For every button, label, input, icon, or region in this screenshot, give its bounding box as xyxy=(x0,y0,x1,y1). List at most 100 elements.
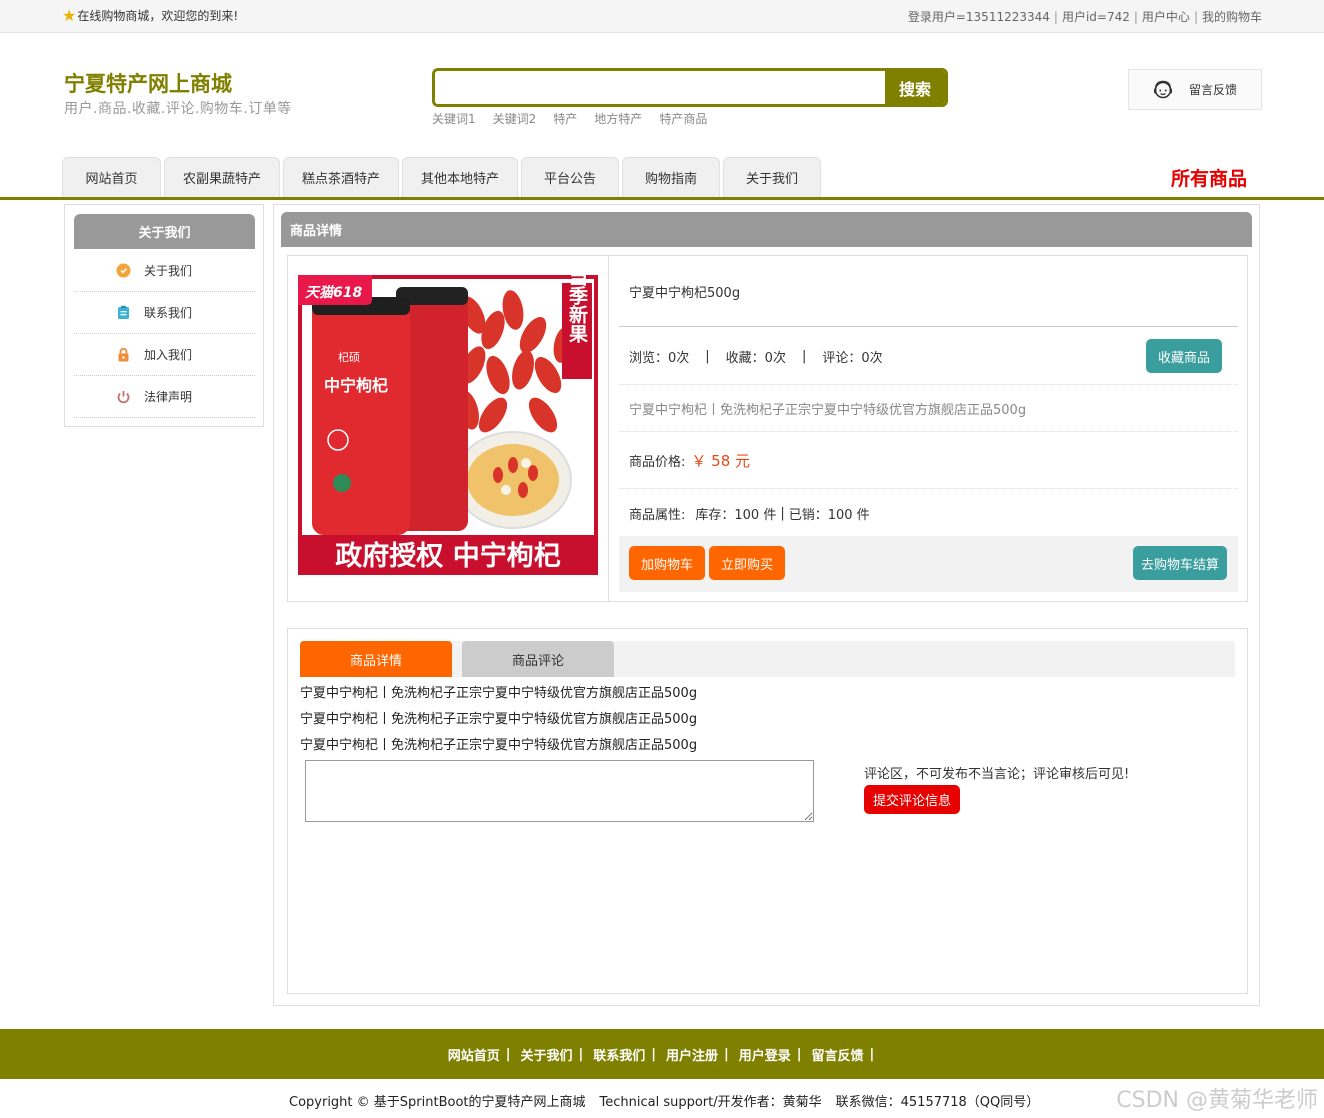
jar-label-text: 中宁枸杞 xyxy=(324,376,388,395)
sidebar-item-join[interactable]: 加入我们 xyxy=(74,334,255,376)
sidebar-item-label: 加入我们 xyxy=(144,348,193,362)
tab-product-comments[interactable]: 商品评论 xyxy=(462,641,614,677)
product-price-row: 商品价格: ￥ 58 元 xyxy=(619,433,1238,489)
attr-label: 商品属性: xyxy=(629,507,686,523)
footer-link-home[interactable]: 网站首页 xyxy=(448,1045,500,1064)
promo-badge: 天猫618 xyxy=(305,284,362,301)
sidebar: 关于我们 关于我们 联系我们 加入我们 法律声明 xyxy=(64,204,264,427)
sidebar-item-legal[interactable]: 法律声明 xyxy=(74,376,255,418)
footer-link-register[interactable]: 用户注册 xyxy=(666,1045,718,1064)
sidebar-title: 关于我们 xyxy=(74,214,255,249)
user-id-link[interactable]: 用户id=742 xyxy=(1062,10,1130,24)
main-panel: 商品详情 杞硕 中宁枸杞 天猫618 当季新果 政府授权 中宁枸杞 宁夏中宁枸杞… xyxy=(273,204,1260,1006)
feedback-button[interactable]: 留言反馈 xyxy=(1128,69,1262,110)
nav-tab-shopping-guide[interactable]: 购物指南 xyxy=(622,157,720,197)
divider xyxy=(608,256,609,601)
welcome-message: ★ 在线购物商城，欢迎您的到来! xyxy=(62,7,238,24)
separator: | xyxy=(796,1046,802,1062)
product-subtitle: 宁夏中宁枸杞丨免洗枸杞子正宗宁夏中宁特级优官方旗舰店正品500g xyxy=(619,386,1238,432)
feedback-label: 留言反馈 xyxy=(1189,83,1238,97)
tab-product-detail[interactable]: 商品详情 xyxy=(300,641,452,677)
hot-keyword-link[interactable]: 特产商品 xyxy=(659,112,707,126)
separator: | xyxy=(651,1046,656,1062)
favorite-button[interactable]: 收藏商品 xyxy=(1146,339,1222,373)
main-nav: 网站首页 农副果蔬特产 糕点茶酒特产 其他本地特产 平台公告 购物指南 关于我们… xyxy=(0,157,1324,200)
user-links: 登录用户=13511223344 | 用户id=742 | 用户中心 | 我的购物车 xyxy=(908,8,1262,25)
all-goods-link[interactable]: 所有商品 xyxy=(1171,164,1247,191)
hot-keyword-link[interactable]: 特产 xyxy=(553,112,577,126)
watermark: CSDN @黄菊华老师 xyxy=(1116,1088,1318,1113)
separator: | xyxy=(705,348,710,364)
submit-comment-button[interactable]: 提交评论信息 xyxy=(864,785,960,814)
separator: | xyxy=(801,348,807,364)
checkout-button[interactable]: 去购物车结算 xyxy=(1133,546,1227,580)
info-circle-icon xyxy=(116,263,131,278)
views-count: 浏览：0次 xyxy=(629,350,690,366)
user-center-link[interactable]: 用户中心 xyxy=(1142,10,1190,24)
search-input[interactable] xyxy=(435,71,887,104)
nav-tab-produce[interactable]: 农副果蔬特产 xyxy=(164,157,280,197)
panel-title: 商品详情 xyxy=(281,212,1252,247)
detail-line: 宁夏中宁枸杞丨免洗枸杞子正宗宁夏中宁特级优官方旗舰店正品500g xyxy=(300,686,698,701)
footer-link-feedback[interactable]: 留言反馈 xyxy=(812,1045,864,1064)
footer-link-about[interactable]: 关于我们 xyxy=(520,1045,572,1064)
star-icon: ★ xyxy=(62,5,77,25)
nav-tab-about[interactable]: 关于我们 xyxy=(723,157,821,197)
hot-keywords: 关键词1 关键词2 特产 地方特产 特产商品 xyxy=(432,110,724,127)
hot-keyword-link[interactable]: 地方特产 xyxy=(594,112,642,126)
login-user-link[interactable]: 登录用户=13511223344 xyxy=(908,10,1050,24)
stock-count: 库存：100 件 xyxy=(695,507,777,523)
clipboard-icon xyxy=(116,305,131,320)
sidebar-item-about[interactable]: 关于我们 xyxy=(74,250,255,292)
nav-tab-home[interactable]: 网站首页 xyxy=(62,157,161,197)
top-bar: ★ 在线购物商城，欢迎您的到来! 登录用户=13511223344 | 用户id=7… xyxy=(0,0,1324,33)
copyright: Copyright © 基于SprintBoot的宁夏特产网上商城 Technic… xyxy=(289,1091,1053,1110)
detail-section: 商品详情 商品评论 宁夏中宁枸杞丨免洗枸杞子正宗宁夏中宁特级优官方旗舰店正品50… xyxy=(287,628,1248,994)
nav-tab-announcements[interactable]: 平台公告 xyxy=(521,157,619,197)
separator: | xyxy=(780,505,785,521)
side-label: 当季新果 xyxy=(566,275,589,344)
footer-link-contact[interactable]: 联系我们 xyxy=(593,1045,645,1064)
sidebar-item-label: 法律声明 xyxy=(144,390,193,404)
support-text: Technical support/开发作者：黄菊华 xyxy=(599,1095,822,1110)
nav-tab-pastry[interactable]: 糕点茶酒特产 xyxy=(283,157,399,197)
image-banner: 政府授权 中宁枸杞 xyxy=(335,540,560,572)
add-to-cart-button[interactable]: 加购物车 xyxy=(629,546,705,580)
nav-tab-other-local[interactable]: 其他本地特产 xyxy=(402,157,518,197)
sidebar-item-label: 联系我们 xyxy=(144,306,193,320)
my-cart-link[interactable]: 我的购物车 xyxy=(1202,10,1262,24)
search-button[interactable]: 搜索 xyxy=(885,71,945,104)
separator: | xyxy=(1053,10,1058,24)
product-summary: 杞硕 中宁枸杞 天猫618 当季新果 政府授权 中宁枸杞 宁夏中宁枸杞500g … xyxy=(287,255,1248,602)
sold-count: 已销：100 件 xyxy=(788,507,870,523)
contact-text: 联系微信：45157718（QQ同号） xyxy=(835,1095,1040,1110)
favorites-count: 收藏：0次 xyxy=(725,350,786,366)
product-image[interactable]: 杞硕 中宁枸杞 天猫618 当季新果 政府授权 中宁枸杞 xyxy=(298,275,598,575)
separator: | xyxy=(1193,10,1198,24)
jar-brand-text: 杞硕 xyxy=(338,350,360,364)
separator: | xyxy=(869,1046,875,1062)
site-title[interactable]: 宁夏特产网上商城 xyxy=(64,68,232,98)
buy-now-button[interactable]: 立即购买 xyxy=(709,546,785,580)
hot-keyword-link[interactable]: 关键词1 xyxy=(432,112,476,126)
search-bar: 搜索 xyxy=(432,68,948,107)
footer-link-login[interactable]: 用户登录 xyxy=(739,1045,791,1064)
price-label: 商品价格: xyxy=(629,455,686,470)
price-value: ￥ 58 元 xyxy=(691,452,751,470)
hot-keyword-link[interactable]: 关键词2 xyxy=(493,112,537,126)
separator: | xyxy=(1133,10,1138,24)
comment-input[interactable] xyxy=(305,760,814,822)
power-icon xyxy=(116,389,131,404)
comments-count: 评论：0次 xyxy=(822,350,883,366)
product-name: 宁夏中宁枸杞500g xyxy=(619,256,1238,327)
detail-line: 宁夏中宁枸杞丨免洗枸杞子正宗宁夏中宁特级优官方旗舰店正品500g xyxy=(300,712,698,727)
welcome-text: 在线购物商城，欢迎您的到来! xyxy=(77,9,239,23)
sidebar-item-contact[interactable]: 联系我们 xyxy=(74,292,255,334)
separator: | xyxy=(724,1046,729,1062)
site-subtitle: 用户.商品.收藏.评论.购物车.订单等 xyxy=(64,101,292,117)
separator: | xyxy=(505,1046,511,1062)
comment-note: 评论区，不可发布不当言论；评论审核后可见! xyxy=(864,767,1130,782)
lock-icon xyxy=(116,347,131,362)
copyright-text: Copyright © 基于SprintBoot的宁夏特产网上商城 xyxy=(289,1095,586,1110)
separator: | xyxy=(578,1046,584,1062)
